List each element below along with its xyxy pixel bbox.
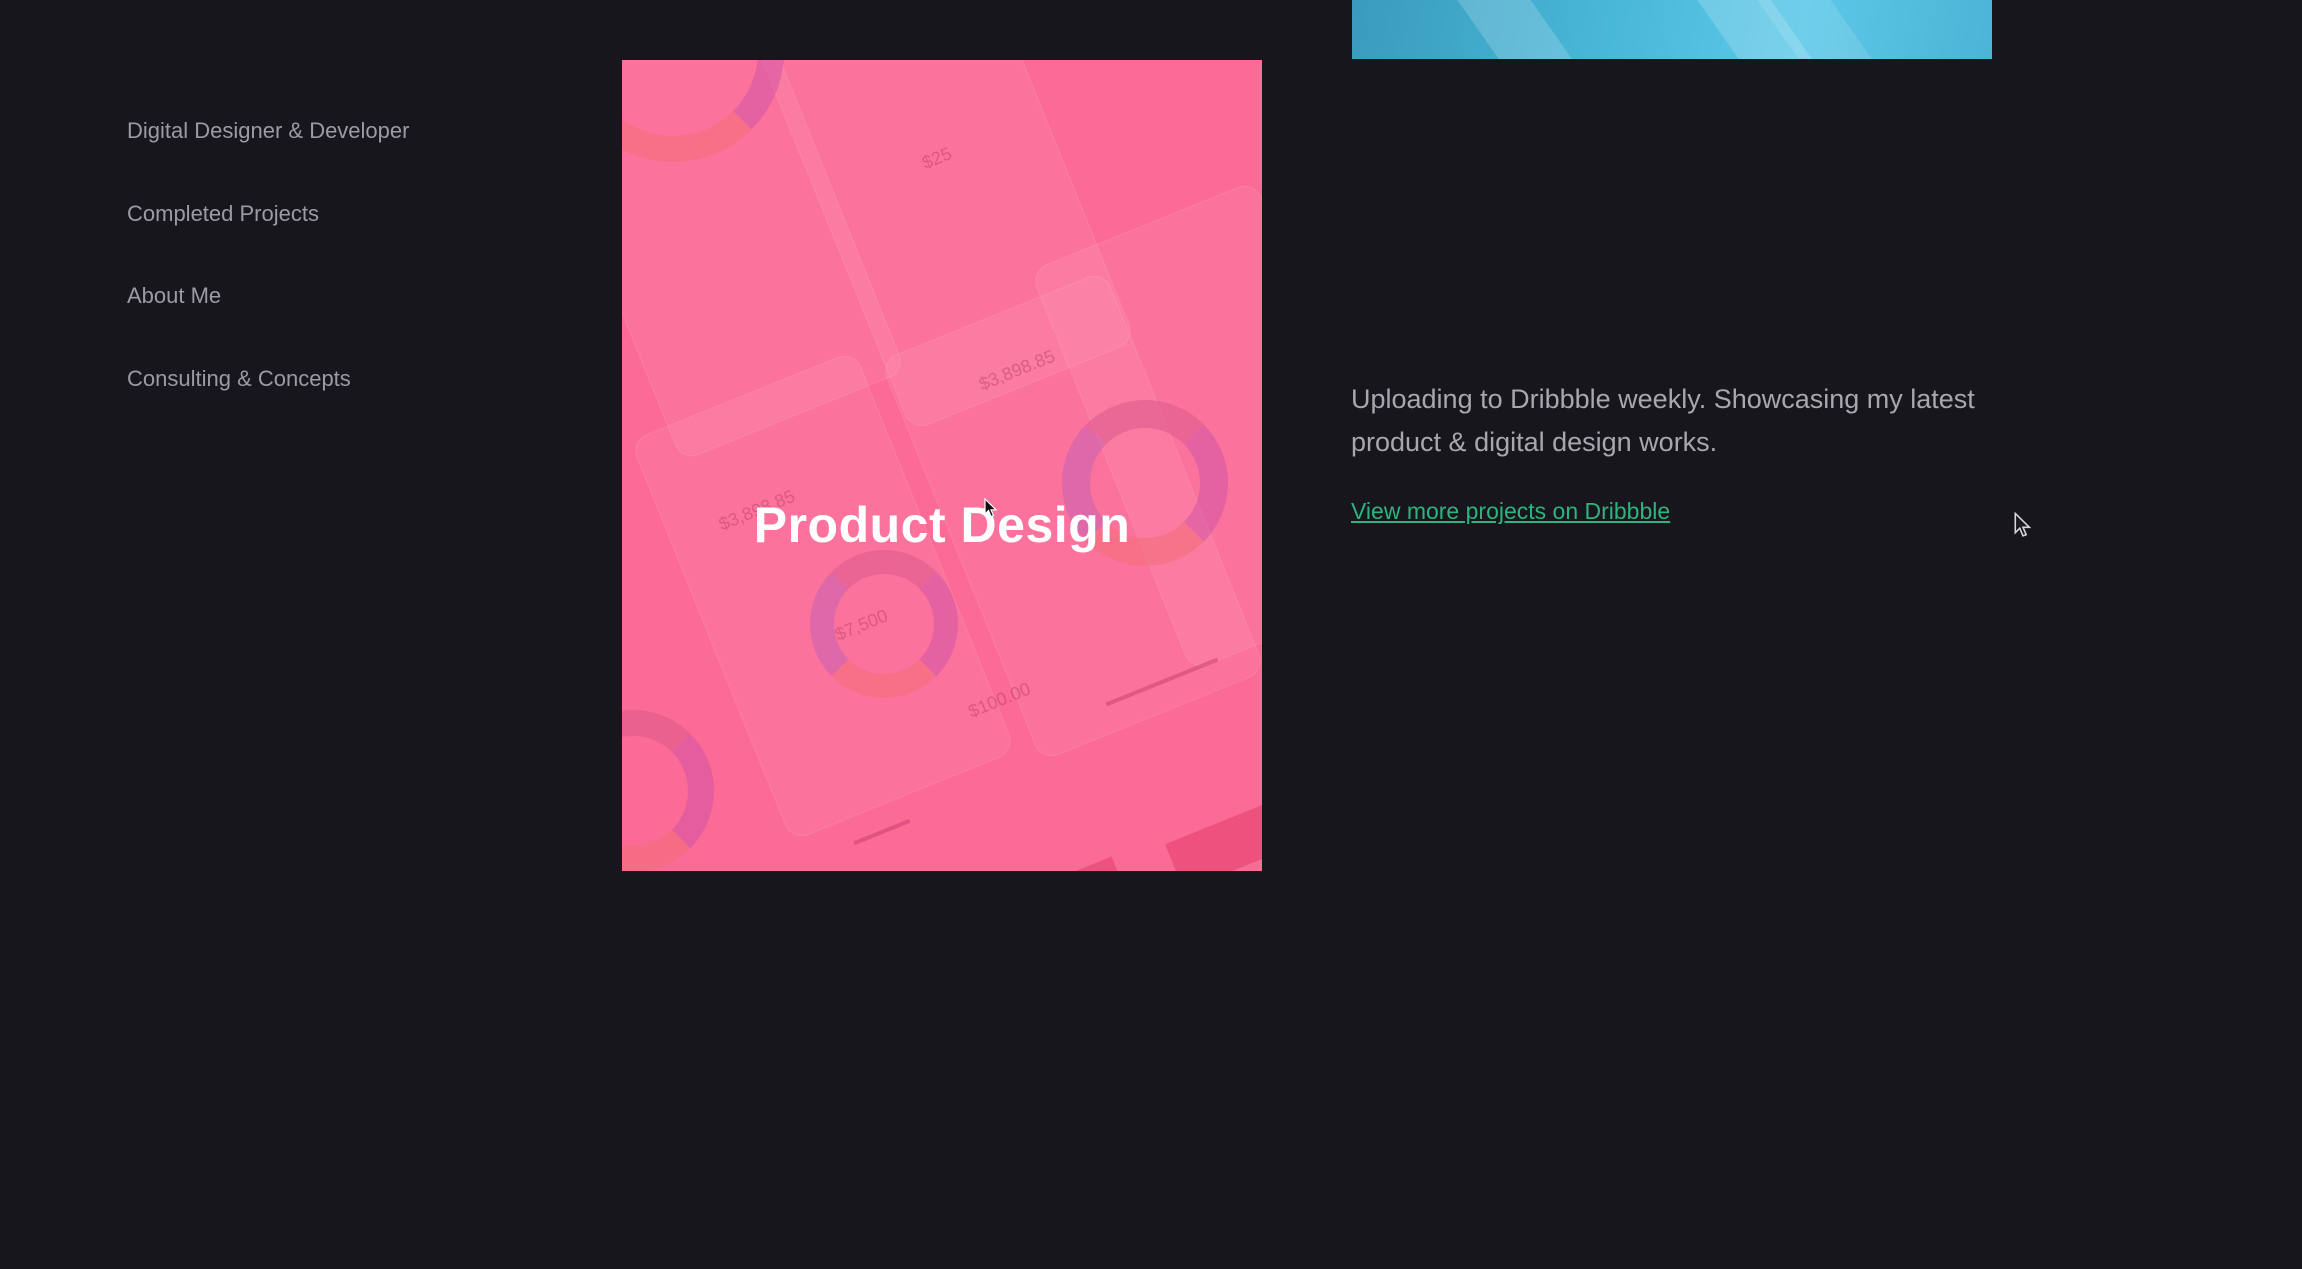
project-card-top[interactable] <box>1352 0 1992 59</box>
nav-item-digital-designer[interactable]: Digital Designer & Developer <box>127 116 527 199</box>
nav-item-about-me[interactable]: About Me <box>127 281 527 364</box>
card-background-mockup: $3,898.85 $3,898.85 $7,500 $100.00 $25 <box>622 60 1262 871</box>
project-card-product-design[interactable]: $3,898.85 $3,898.85 $7,500 $100.00 $25 P… <box>622 60 1262 871</box>
nav-item-completed-projects[interactable]: Completed Projects <box>127 199 527 282</box>
view-dribbble-link[interactable]: View more projects on Dribbble <box>1351 498 1670 525</box>
dribbble-description: Uploading to Dribbble weekly. Showcasing… <box>1351 384 1975 457</box>
card-title: Product Design <box>753 497 1131 553</box>
sidebar-nav: Digital Designer & Developer Completed P… <box>127 116 527 446</box>
nav-item-consulting-concepts[interactable]: Consulting & Concepts <box>127 364 527 447</box>
portfolio-page: Digital Designer & Developer Completed P… <box>0 0 2302 1269</box>
